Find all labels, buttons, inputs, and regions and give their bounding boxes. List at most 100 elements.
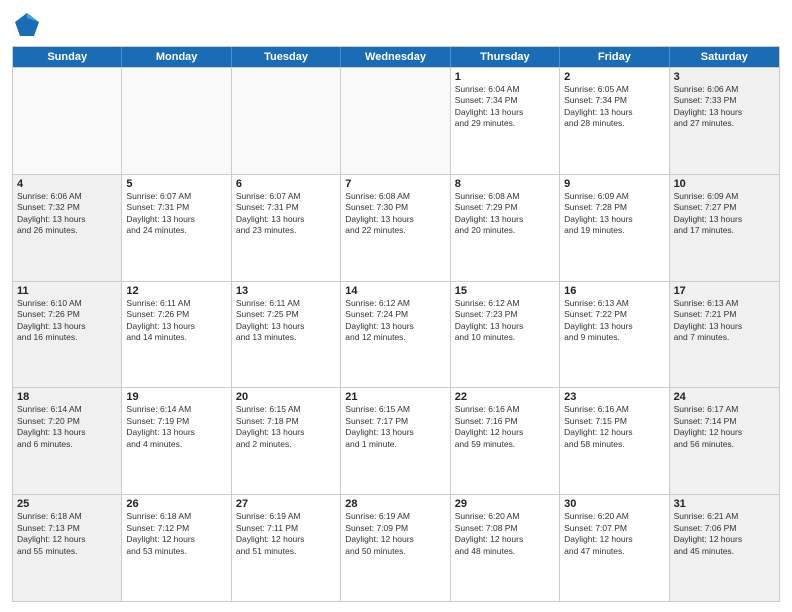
cell-text: Sunrise: 6:18 AM Sunset: 7:13 PM Dayligh… bbox=[17, 511, 117, 557]
calendar-cell: 7Sunrise: 6:08 AM Sunset: 7:30 PM Daylig… bbox=[341, 175, 450, 281]
calendar-cell: 11Sunrise: 6:10 AM Sunset: 7:26 PM Dayli… bbox=[13, 282, 122, 388]
day-number: 1 bbox=[455, 71, 555, 83]
cell-text: Sunrise: 6:07 AM Sunset: 7:31 PM Dayligh… bbox=[236, 191, 336, 237]
cell-text: Sunrise: 6:09 AM Sunset: 7:28 PM Dayligh… bbox=[564, 191, 664, 237]
cell-text: Sunrise: 6:13 AM Sunset: 7:21 PM Dayligh… bbox=[674, 298, 775, 344]
cell-text: Sunrise: 6:18 AM Sunset: 7:12 PM Dayligh… bbox=[126, 511, 226, 557]
calendar-cell: 21Sunrise: 6:15 AM Sunset: 7:17 PM Dayli… bbox=[341, 388, 450, 494]
header bbox=[12, 10, 780, 40]
day-number: 25 bbox=[17, 498, 117, 510]
day-number: 29 bbox=[455, 498, 555, 510]
calendar-cell: 30Sunrise: 6:20 AM Sunset: 7:07 PM Dayli… bbox=[560, 495, 669, 601]
calendar-cell: 20Sunrise: 6:15 AM Sunset: 7:18 PM Dayli… bbox=[232, 388, 341, 494]
calendar-week: 18Sunrise: 6:14 AM Sunset: 7:20 PM Dayli… bbox=[13, 387, 779, 494]
calendar-cell bbox=[13, 68, 122, 174]
day-number: 2 bbox=[564, 71, 664, 83]
calendar-cell: 6Sunrise: 6:07 AM Sunset: 7:31 PM Daylig… bbox=[232, 175, 341, 281]
cell-text: Sunrise: 6:09 AM Sunset: 7:27 PM Dayligh… bbox=[674, 191, 775, 237]
calendar-cell: 1Sunrise: 6:04 AM Sunset: 7:34 PM Daylig… bbox=[451, 68, 560, 174]
cell-text: Sunrise: 6:05 AM Sunset: 7:34 PM Dayligh… bbox=[564, 84, 664, 130]
calendar-body: 1Sunrise: 6:04 AM Sunset: 7:34 PM Daylig… bbox=[13, 67, 779, 601]
calendar-week: 4Sunrise: 6:06 AM Sunset: 7:32 PM Daylig… bbox=[13, 174, 779, 281]
day-number: 26 bbox=[126, 498, 226, 510]
cell-text: Sunrise: 6:13 AM Sunset: 7:22 PM Dayligh… bbox=[564, 298, 664, 344]
weekday-header: Thursday bbox=[451, 47, 560, 67]
day-number: 3 bbox=[674, 71, 775, 83]
calendar-week: 11Sunrise: 6:10 AM Sunset: 7:26 PM Dayli… bbox=[13, 281, 779, 388]
day-number: 27 bbox=[236, 498, 336, 510]
calendar-cell: 25Sunrise: 6:18 AM Sunset: 7:13 PM Dayli… bbox=[13, 495, 122, 601]
calendar-cell: 27Sunrise: 6:19 AM Sunset: 7:11 PM Dayli… bbox=[232, 495, 341, 601]
calendar-cell bbox=[122, 68, 231, 174]
day-number: 17 bbox=[674, 285, 775, 297]
day-number: 21 bbox=[345, 391, 445, 403]
calendar-cell: 9Sunrise: 6:09 AM Sunset: 7:28 PM Daylig… bbox=[560, 175, 669, 281]
calendar-cell: 26Sunrise: 6:18 AM Sunset: 7:12 PM Dayli… bbox=[122, 495, 231, 601]
cell-text: Sunrise: 6:20 AM Sunset: 7:08 PM Dayligh… bbox=[455, 511, 555, 557]
day-number: 18 bbox=[17, 391, 117, 403]
day-number: 7 bbox=[345, 178, 445, 190]
cell-text: Sunrise: 6:08 AM Sunset: 7:30 PM Dayligh… bbox=[345, 191, 445, 237]
cell-text: Sunrise: 6:19 AM Sunset: 7:09 PM Dayligh… bbox=[345, 511, 445, 557]
cell-text: Sunrise: 6:20 AM Sunset: 7:07 PM Dayligh… bbox=[564, 511, 664, 557]
day-number: 11 bbox=[17, 285, 117, 297]
day-number: 6 bbox=[236, 178, 336, 190]
calendar-cell bbox=[232, 68, 341, 174]
cell-text: Sunrise: 6:06 AM Sunset: 7:32 PM Dayligh… bbox=[17, 191, 117, 237]
calendar-cell: 16Sunrise: 6:13 AM Sunset: 7:22 PM Dayli… bbox=[560, 282, 669, 388]
calendar-cell bbox=[341, 68, 450, 174]
calendar-header: SundayMondayTuesdayWednesdayThursdayFrid… bbox=[13, 47, 779, 67]
cell-text: Sunrise: 6:04 AM Sunset: 7:34 PM Dayligh… bbox=[455, 84, 555, 130]
cell-text: Sunrise: 6:08 AM Sunset: 7:29 PM Dayligh… bbox=[455, 191, 555, 237]
logo-icon bbox=[12, 10, 42, 40]
page: SundayMondayTuesdayWednesdayThursdayFrid… bbox=[0, 0, 792, 612]
cell-text: Sunrise: 6:15 AM Sunset: 7:18 PM Dayligh… bbox=[236, 404, 336, 450]
day-number: 20 bbox=[236, 391, 336, 403]
calendar: SundayMondayTuesdayWednesdayThursdayFrid… bbox=[12, 46, 780, 602]
calendar-week: 25Sunrise: 6:18 AM Sunset: 7:13 PM Dayli… bbox=[13, 494, 779, 601]
day-number: 22 bbox=[455, 391, 555, 403]
weekday-header: Tuesday bbox=[232, 47, 341, 67]
calendar-cell: 17Sunrise: 6:13 AM Sunset: 7:21 PM Dayli… bbox=[670, 282, 779, 388]
cell-text: Sunrise: 6:06 AM Sunset: 7:33 PM Dayligh… bbox=[674, 84, 775, 130]
calendar-cell: 15Sunrise: 6:12 AM Sunset: 7:23 PM Dayli… bbox=[451, 282, 560, 388]
calendar-cell: 29Sunrise: 6:20 AM Sunset: 7:08 PM Dayli… bbox=[451, 495, 560, 601]
day-number: 23 bbox=[564, 391, 664, 403]
calendar-cell: 14Sunrise: 6:12 AM Sunset: 7:24 PM Dayli… bbox=[341, 282, 450, 388]
cell-text: Sunrise: 6:11 AM Sunset: 7:26 PM Dayligh… bbox=[126, 298, 226, 344]
calendar-cell: 24Sunrise: 6:17 AM Sunset: 7:14 PM Dayli… bbox=[670, 388, 779, 494]
weekday-header: Wednesday bbox=[341, 47, 450, 67]
day-number: 30 bbox=[564, 498, 664, 510]
calendar-cell: 18Sunrise: 6:14 AM Sunset: 7:20 PM Dayli… bbox=[13, 388, 122, 494]
calendar-cell: 28Sunrise: 6:19 AM Sunset: 7:09 PM Dayli… bbox=[341, 495, 450, 601]
day-number: 5 bbox=[126, 178, 226, 190]
cell-text: Sunrise: 6:14 AM Sunset: 7:20 PM Dayligh… bbox=[17, 404, 117, 450]
cell-text: Sunrise: 6:17 AM Sunset: 7:14 PM Dayligh… bbox=[674, 404, 775, 450]
calendar-cell: 13Sunrise: 6:11 AM Sunset: 7:25 PM Dayli… bbox=[232, 282, 341, 388]
logo bbox=[12, 10, 46, 40]
calendar-cell: 8Sunrise: 6:08 AM Sunset: 7:29 PM Daylig… bbox=[451, 175, 560, 281]
cell-text: Sunrise: 6:15 AM Sunset: 7:17 PM Dayligh… bbox=[345, 404, 445, 450]
weekday-header: Sunday bbox=[13, 47, 122, 67]
day-number: 12 bbox=[126, 285, 226, 297]
calendar-cell: 31Sunrise: 6:21 AM Sunset: 7:06 PM Dayli… bbox=[670, 495, 779, 601]
calendar-cell: 3Sunrise: 6:06 AM Sunset: 7:33 PM Daylig… bbox=[670, 68, 779, 174]
cell-text: Sunrise: 6:07 AM Sunset: 7:31 PM Dayligh… bbox=[126, 191, 226, 237]
calendar-week: 1Sunrise: 6:04 AM Sunset: 7:34 PM Daylig… bbox=[13, 67, 779, 174]
calendar-cell: 22Sunrise: 6:16 AM Sunset: 7:16 PM Dayli… bbox=[451, 388, 560, 494]
day-number: 31 bbox=[674, 498, 775, 510]
day-number: 14 bbox=[345, 285, 445, 297]
day-number: 16 bbox=[564, 285, 664, 297]
cell-text: Sunrise: 6:16 AM Sunset: 7:16 PM Dayligh… bbox=[455, 404, 555, 450]
calendar-cell: 4Sunrise: 6:06 AM Sunset: 7:32 PM Daylig… bbox=[13, 175, 122, 281]
day-number: 24 bbox=[674, 391, 775, 403]
calendar-cell: 19Sunrise: 6:14 AM Sunset: 7:19 PM Dayli… bbox=[122, 388, 231, 494]
calendar-cell: 5Sunrise: 6:07 AM Sunset: 7:31 PM Daylig… bbox=[122, 175, 231, 281]
weekday-header: Monday bbox=[122, 47, 231, 67]
day-number: 15 bbox=[455, 285, 555, 297]
cell-text: Sunrise: 6:12 AM Sunset: 7:24 PM Dayligh… bbox=[345, 298, 445, 344]
day-number: 10 bbox=[674, 178, 775, 190]
day-number: 13 bbox=[236, 285, 336, 297]
calendar-cell: 10Sunrise: 6:09 AM Sunset: 7:27 PM Dayli… bbox=[670, 175, 779, 281]
cell-text: Sunrise: 6:14 AM Sunset: 7:19 PM Dayligh… bbox=[126, 404, 226, 450]
